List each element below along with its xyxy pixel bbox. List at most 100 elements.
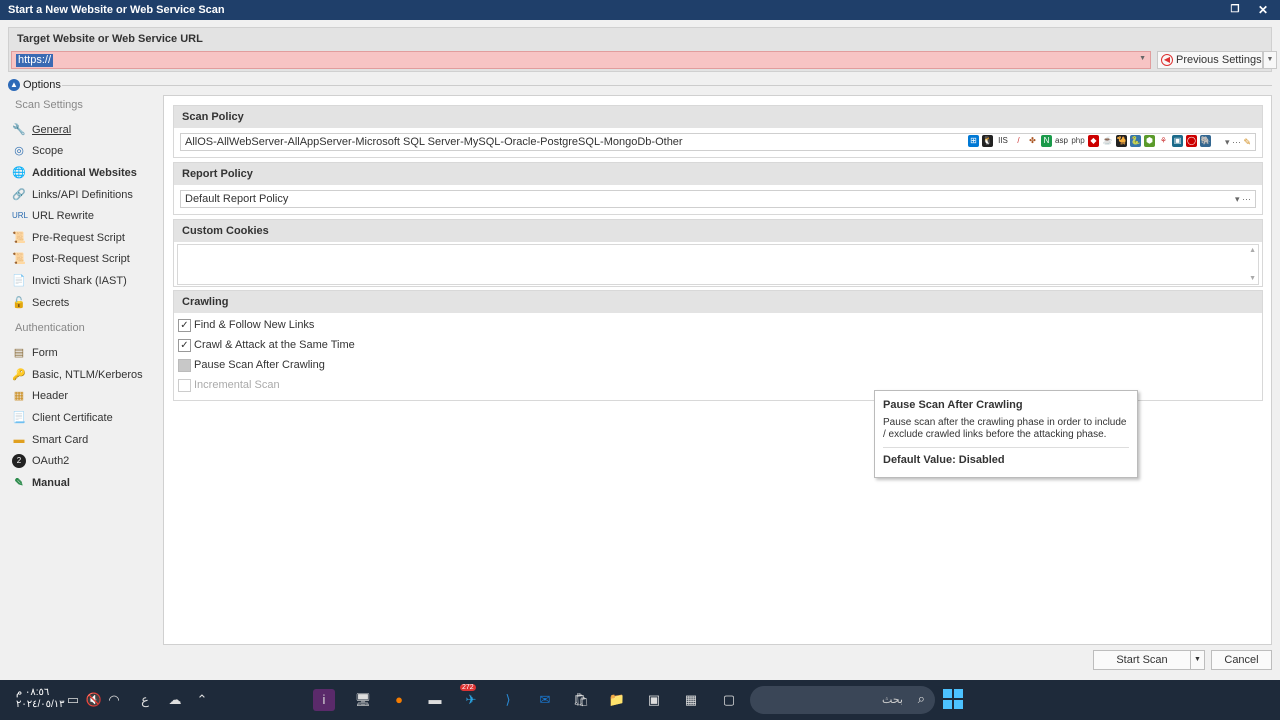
app2-icon[interactable]: ▦ <box>680 689 702 711</box>
vscode-icon[interactable]: ⟩ <box>497 689 519 711</box>
sidebar: Scan Settings 🔧 General ◎ Scope 🌐 Additi… <box>8 96 158 494</box>
sidebar-item-oauth2[interactable]: 2 OAuth2 <box>8 450 158 472</box>
checkbox-unchecked[interactable] <box>178 358 191 372</box>
sidebar-item-post-request-script[interactable]: 📜 Post-Request Script <box>8 249 158 271</box>
taskbar-search[interactable]: بحث ⌕ <box>750 686 935 714</box>
clock-time: ٠٨:٥٦ م <box>16 687 50 698</box>
windows-icon: ⊞ <box>968 135 979 147</box>
report-policy-select[interactable]: Default Report Policy ▾ ··· <box>180 190 1256 208</box>
target-url-label: Target Website or Web Service URL <box>17 33 203 45</box>
scroll-down-icon[interactable]: ▼ <box>1249 275 1256 282</box>
options-toggle[interactable]: ▲ Options <box>8 78 61 92</box>
telegram-icon[interactable]: ✈ <box>460 689 482 711</box>
scan-policy-value: AllOS-AllWebServer-AllAppServer-Microsof… <box>185 136 683 148</box>
mute-icon[interactable]: 🔇 <box>83 689 105 711</box>
cloud-icon[interactable]: ☁ <box>164 689 186 711</box>
title-bar: Start a New Website or Web Service Scan … <box>0 0 1280 20</box>
sidebar-item-secrets[interactable]: 🔓 Secrets <box>8 292 158 314</box>
previous-settings-dropdown[interactable]: ▼ <box>1263 51 1277 69</box>
apache-icon: / <box>1013 135 1024 147</box>
target-url-input[interactable]: https:// ▼ <box>11 51 1151 69</box>
wifi-icon[interactable]: ◠ <box>103 689 125 711</box>
firefox-icon[interactable]: ● <box>388 689 410 711</box>
invicti-app-icon[interactable]: i <box>313 689 335 711</box>
sidebar-item-label: Header <box>32 390 69 403</box>
start-scan-dropdown[interactable]: ▼ <box>1190 650 1205 670</box>
sidebar-item-url-rewrite[interactable]: URL URL Rewrite <box>8 205 158 227</box>
sidebar-item-scope[interactable]: ◎ Scope <box>8 141 158 163</box>
target-url-section: Target Website or Web Service URL https:… <box>8 27 1277 72</box>
url-value: https:// <box>16 54 54 67</box>
crawl-attack-option[interactable]: ✓ Crawl & Attack at the Same Time <box>178 335 355 355</box>
sidebar-item-basic-ntlm[interactable]: 🔑 Basic, NTLM/Kerberos <box>8 364 158 386</box>
clock[interactable]: ٠٨:٥٦ م ٢٠٢٤/٠٥/١٣ <box>16 687 65 711</box>
store-icon[interactable]: 🛍 <box>570 689 592 711</box>
previous-settings-button[interactable]: ◀ Previous Settings <box>1157 51 1263 69</box>
scan-policy-select[interactable]: AllOS-AllWebServer-AllAppServer-Microsof… <box>180 133 1256 151</box>
scroll-up-icon[interactable]: ▲ <box>1249 247 1256 254</box>
script-icon: 📜 <box>12 253 26 266</box>
chevron-up-icon[interactable]: ⌃ <box>191 689 213 711</box>
key-icon: 🔑 <box>12 368 26 381</box>
linux-icon: 🐧 <box>982 135 993 147</box>
outlook-icon[interactable]: ✉ <box>534 689 556 711</box>
checkbox-checked[interactable]: ✓ <box>178 318 191 332</box>
sidebar-item-general[interactable]: 🔧 General <box>8 119 158 141</box>
sidebar-item-links-api[interactable]: 🔗 Links/API Definitions <box>8 184 158 206</box>
app3-icon[interactable]: ▢ <box>718 689 740 711</box>
folder-icon[interactable]: 📁 <box>606 689 628 711</box>
pause-scan-option[interactable]: Pause Scan After Crawling <box>178 355 325 375</box>
perl-icon: 🐪 <box>1116 135 1127 147</box>
iis-icon: IIS <box>996 135 1010 147</box>
battery-icon[interactable]: ▭ <box>62 689 84 711</box>
checkbox-disabled[interactable] <box>178 378 191 392</box>
header-icon: ▦ <box>13 390 25 403</box>
incremental-scan-option[interactable]: Incremental Scan <box>178 375 280 395</box>
wand-icon[interactable]: ✎ <box>1243 137 1251 147</box>
terminal-icon[interactable]: ▬ <box>424 689 446 711</box>
link-icon: 🔗 <box>12 188 26 201</box>
report-policy-panel: Report Policy Default Report Policy ▾ ··… <box>173 162 1263 215</box>
windows-start-icon[interactable] <box>943 689 963 709</box>
restore-icon[interactable]: ❐ <box>1228 0 1242 20</box>
custom-cookies-header: Custom Cookies <box>174 220 1262 242</box>
crawling-panel: Crawling ✓ Find & Follow New Links ✓ Cra… <box>173 290 1263 401</box>
sidebar-item-label: Additional Websites <box>32 166 137 179</box>
network-app-icon[interactable]: 🖥 <box>352 689 374 711</box>
authentication-header: Authentication <box>15 322 85 335</box>
cancel-label: Cancel <box>1224 654 1259 666</box>
sidebar-item-additional-websites[interactable]: 🌐 Additional Websites <box>8 162 158 184</box>
nginx-icon: N <box>1041 135 1052 147</box>
sidebar-item-invicti-shark[interactable]: 📄 Invicti Shark (IAST) <box>8 270 158 292</box>
form-icon: ▤ <box>13 347 25 360</box>
close-icon[interactable]: ✕ <box>1256 0 1270 20</box>
sidebar-item-client-certificate[interactable]: 📃 Client Certificate <box>8 407 158 429</box>
report-policy-value: Default Report Policy <box>185 193 289 205</box>
checkbox-checked[interactable]: ✓ <box>178 338 191 352</box>
option-label: Find & Follow New Links <box>194 319 315 331</box>
sidebar-item-label: Form <box>32 347 58 360</box>
chevron-down-icon[interactable]: ▾ ··· ✎ <box>1225 134 1251 150</box>
sidebar-item-pre-request-script[interactable]: 📜 Pre-Request Script <box>8 227 158 249</box>
custom-cookies-textarea[interactable]: ▲ ▼ <box>177 244 1259 285</box>
previous-settings-label: Previous Settings <box>1176 54 1262 66</box>
sidebar-item-manual[interactable]: ✎ Manual <box>8 472 158 494</box>
chevron-down-icon[interactable]: ▾ ··· <box>1235 191 1251 207</box>
script-icon: 📜 <box>12 231 26 244</box>
python-icon: 🐍 <box>1130 135 1141 147</box>
sidebar-item-form[interactable]: ▤ Form <box>8 342 158 364</box>
sidebar-item-smart-card[interactable]: ▬ Smart Card <box>8 429 158 451</box>
chevron-down-icon[interactable]: ▼ <box>1139 55 1146 62</box>
sidebar-item-label: OAuth2 <box>32 455 70 468</box>
app-icon[interactable]: ▣ <box>643 689 665 711</box>
find-follow-links-option[interactable]: ✓ Find & Follow New Links <box>178 315 314 335</box>
sidebar-item-label: Smart Card <box>32 433 89 446</box>
start-scan-button[interactable]: Start Scan <box>1093 650 1191 670</box>
cancel-button[interactable]: Cancel <box>1211 650 1272 670</box>
nodejs-icon: ⬢ <box>1144 135 1155 147</box>
sidebar-item-header[interactable]: ▦ Header <box>8 386 158 408</box>
lock-icon: 🔓 <box>12 296 26 309</box>
scan-settings-header: Scan Settings <box>15 99 83 111</box>
language-indicator[interactable]: ع <box>134 689 156 711</box>
sidebar-item-label: Scope <box>32 145 64 158</box>
